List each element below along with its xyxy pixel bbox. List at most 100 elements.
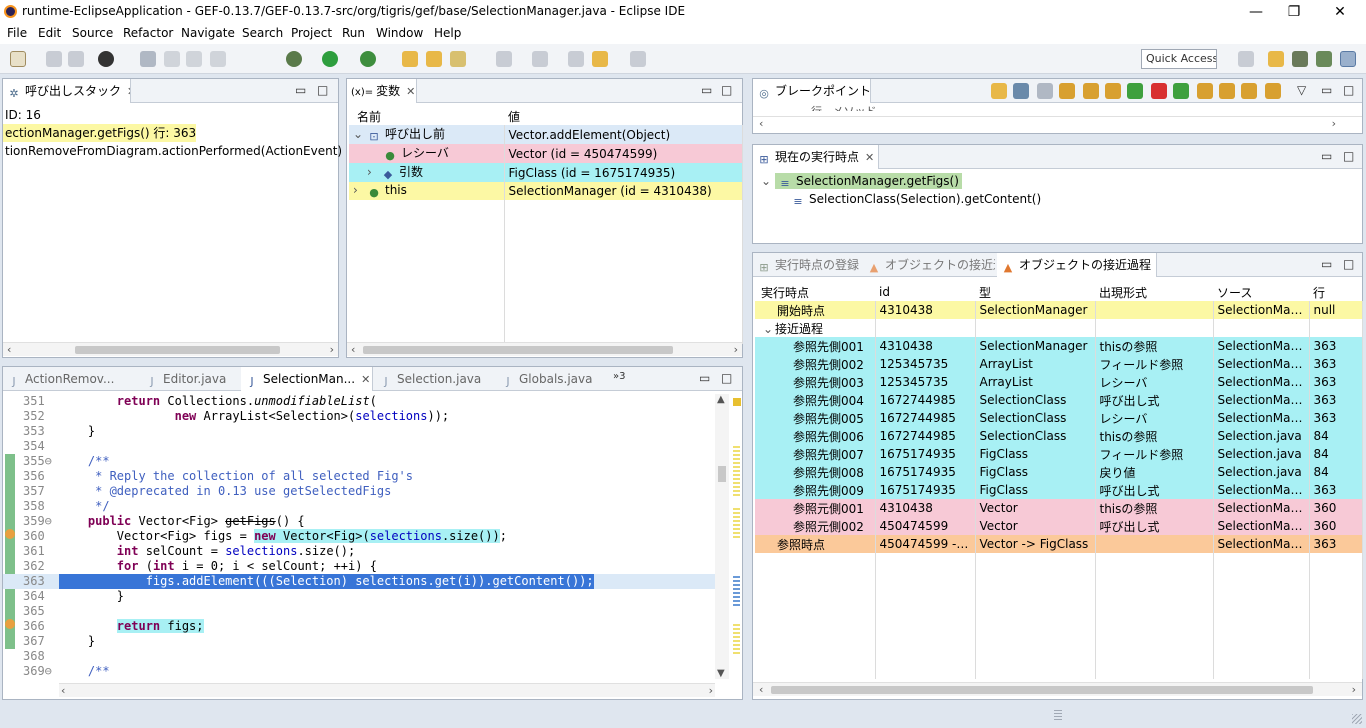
column-header-line[interactable]: 行 xyxy=(1309,283,1362,301)
step-into-icon[interactable] xyxy=(1219,83,1235,99)
column-header-source[interactable]: ソース xyxy=(1213,283,1309,301)
editor-hscrollbar[interactable]: ‹ › xyxy=(59,683,715,697)
close-icon[interactable]: ✕ xyxy=(361,373,370,386)
table-row[interactable]: 参照先側002 125345735 ArrayList フィールド参照 Selectio… xyxy=(755,355,1363,373)
refactor-icon[interactable] xyxy=(164,51,180,67)
table-row[interactable]: › ◆ 引数 FigClass (id = 1675174935) xyxy=(349,163,743,182)
scroll-right-icon[interactable]: › xyxy=(709,684,713,698)
table-row[interactable]: ● レシーバ Vector (id = 450474599) xyxy=(349,144,743,163)
tab-selection-manager[interactable]: J SelectionMan... ✕ xyxy=(241,367,373,391)
variables-hscrollbar[interactable]: ‹ › xyxy=(347,342,742,356)
view-menu-icon[interactable]: ▽ xyxy=(1297,83,1306,97)
close-icon[interactable]: ✕ xyxy=(127,85,130,98)
step-over-icon[interactable] xyxy=(1197,83,1213,99)
column-header-id[interactable]: id xyxy=(875,283,975,301)
open-project-icon[interactable] xyxy=(426,51,442,67)
tab-breakpoints[interactable]: ◎ブレークポイント✕ xyxy=(753,79,871,103)
tab-selection-java[interactable]: J Selection.java xyxy=(375,367,495,391)
breakpoints-hscrollbar[interactable]: ‹ › xyxy=(753,116,1362,130)
open-perspective-icon[interactable] xyxy=(1238,51,1254,67)
editor-vscrollbar[interactable]: ▲ ▼ xyxy=(715,394,729,679)
run-icon[interactable] xyxy=(322,51,338,67)
tab-register-points[interactable]: ⊞ 実行時点の登録 xyxy=(753,253,861,277)
minimize-icon[interactable]: ▭ xyxy=(699,371,710,385)
drop-frame-icon[interactable] xyxy=(1265,83,1281,99)
quick-access-field[interactable]: Quick Access xyxy=(1141,49,1217,69)
scroll-down-icon[interactable]: ▼ xyxy=(717,668,725,679)
new-icon[interactable] xyxy=(10,51,26,67)
step-icon[interactable] xyxy=(1059,83,1075,99)
table-row[interactable]: 参照元側002 450474599 Vector 呼び出し式 SelectionMana… xyxy=(755,517,1363,535)
callstack-hscrollbar[interactable]: ‹ › xyxy=(3,342,338,356)
coverage-icon[interactable] xyxy=(360,51,376,67)
maximize-icon[interactable]: □ xyxy=(1343,83,1354,97)
table-row[interactable]: ⌄ ⊡ 呼び出し前 Vector.addElement(Object) xyxy=(349,125,743,144)
tab-action-remove[interactable]: J ActionRemov... xyxy=(3,367,131,391)
expander-icon[interactable]: ⌄ xyxy=(353,127,367,141)
scroll-up-icon[interactable]: ▲ xyxy=(717,394,725,405)
table-row[interactable]: 参照先側003 125345735 ArrayList レシーバ SelectionMa… xyxy=(755,373,1363,391)
prev-annotation-icon[interactable] xyxy=(532,51,548,67)
close-icon[interactable]: ✕ xyxy=(865,151,874,164)
resume-icon[interactable] xyxy=(1173,83,1189,99)
scroll-thumb[interactable] xyxy=(75,346,280,354)
minimize-icon[interactable]: ▭ xyxy=(1321,257,1332,271)
column-header-name[interactable]: 名前 xyxy=(349,107,504,125)
current-point-root[interactable]: ⌄ ≡ SelectionManager.getFigs() xyxy=(761,172,962,190)
menu-refactor[interactable]: Refactor xyxy=(123,26,173,40)
table-row[interactable]: ⌄ 接近過程 xyxy=(755,319,1363,337)
chevron-down-icon[interactable]: ⌄ xyxy=(763,322,775,336)
callstack-row[interactable]: ID: 16 xyxy=(3,106,41,124)
save-all-icon[interactable] xyxy=(68,51,84,67)
forward-icon[interactable] xyxy=(630,51,646,67)
restore-button[interactable]: ❐ xyxy=(1284,2,1304,22)
open-type-icon[interactable] xyxy=(186,51,202,67)
menu-file[interactable]: File xyxy=(7,26,27,40)
more-tabs-button[interactable]: »3 xyxy=(613,371,625,382)
search-icon[interactable] xyxy=(210,51,226,67)
table-row[interactable]: 参照先側004 1672744985 SelectionClass 呼び出し式 Sele… xyxy=(755,391,1363,409)
minimize-icon[interactable]: ▭ xyxy=(701,83,712,97)
bug-icon[interactable] xyxy=(1037,83,1053,99)
next-annotation-icon[interactable] xyxy=(496,51,512,67)
table-row[interactable]: 参照先側008 1675174935 FigClass 戻り値 Selection.ja… xyxy=(755,463,1363,481)
tab-variables[interactable]: (x)= 変数 ✕ xyxy=(347,79,417,103)
scroll-left-icon[interactable]: ‹ xyxy=(61,684,65,698)
minimize-button[interactable]: — xyxy=(1246,2,1266,22)
table-row[interactable]: 参照先側007 1675174935 FigClass フィールド参照 Selectio… xyxy=(755,445,1363,463)
resize-grip-icon[interactable] xyxy=(1352,714,1362,724)
scroll-thumb[interactable] xyxy=(771,686,1313,694)
profile-icon[interactable] xyxy=(98,51,114,67)
scroll-right-icon[interactable]: › xyxy=(734,343,738,357)
debug-icon[interactable] xyxy=(286,51,302,67)
table-row[interactable]: 参照先側005 1672744985 SelectionClass レシーバ Selec… xyxy=(755,409,1363,427)
minimize-icon[interactable]: ▭ xyxy=(1321,149,1332,163)
tab-current-point[interactable]: ⊞ 現在の実行時点 ✕ xyxy=(753,145,879,169)
current-point-child[interactable]: ≡ SelectionClass(Selection).getContent() xyxy=(791,190,1041,208)
trace-hscrollbar[interactable]: ‹ › xyxy=(753,682,1362,696)
java-perspective-icon[interactable] xyxy=(1268,51,1284,67)
menu-project[interactable]: Project xyxy=(291,26,332,40)
menu-help[interactable]: Help xyxy=(434,26,461,40)
scroll-right-icon[interactable]: › xyxy=(1332,117,1336,131)
expander-icon[interactable]: › xyxy=(367,165,381,179)
maximize-icon[interactable]: □ xyxy=(1343,149,1354,163)
table-row[interactable]: 参照元側001 4310438 Vector thisの参照 SelectionMana… xyxy=(755,499,1363,517)
tab-globals-java[interactable]: J Globals.java xyxy=(497,367,597,391)
debug-perspective-icon[interactable] xyxy=(1292,51,1308,67)
maximize-icon[interactable]: □ xyxy=(1343,257,1354,271)
back-icon[interactable] xyxy=(592,51,608,67)
tab-editor-java[interactable]: J Editor.java xyxy=(141,367,237,391)
maximize-icon[interactable]: □ xyxy=(721,83,732,97)
stop-icon[interactable] xyxy=(1151,83,1167,99)
layout-perspective-icon[interactable] xyxy=(1340,51,1356,67)
trace-perspective-icon[interactable] xyxy=(1316,51,1332,67)
table-row[interactable]: › ● this SelectionManager (id = 4310438) xyxy=(349,182,743,200)
scroll-right-icon[interactable]: › xyxy=(1352,683,1356,697)
expander-icon[interactable]: › xyxy=(353,183,367,197)
skip-breakpoints-icon[interactable] xyxy=(140,51,156,67)
chevron-down-icon[interactable]: ⌄ xyxy=(761,172,775,190)
column-header-point[interactable]: 実行時点 xyxy=(755,283,875,301)
step-back-icon[interactable] xyxy=(1127,83,1143,99)
maximize-icon[interactable]: □ xyxy=(317,83,328,97)
